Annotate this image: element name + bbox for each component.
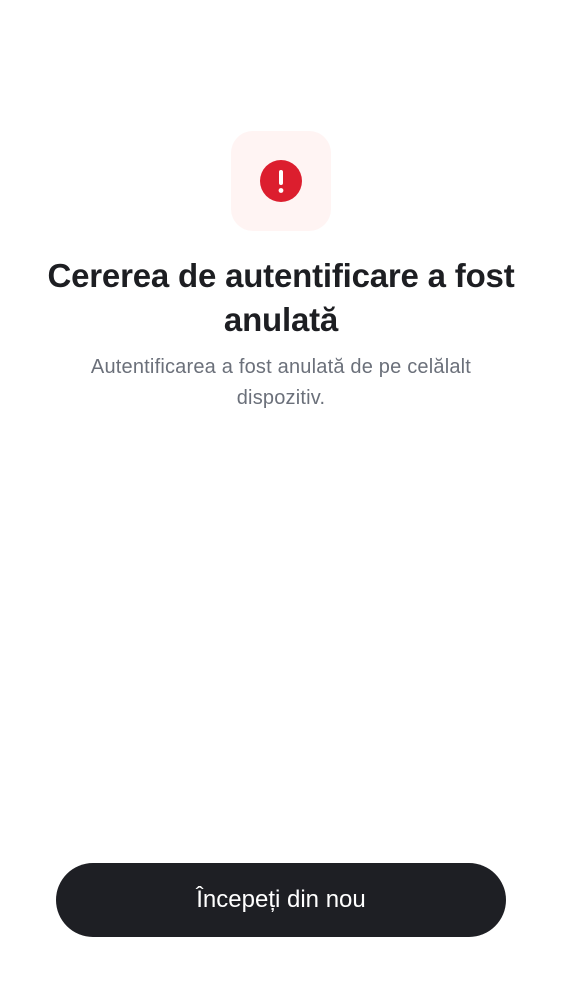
page-title: Cererea de autentificare a fost anulată	[47, 257, 515, 338]
auth-cancelled-screen: Cererea de autentificare a fost anulată …	[0, 0, 562, 1000]
restart-button[interactable]: Începeți din nou	[56, 863, 506, 937]
page-subtitle: Autentificarea a fost anulată de pe celă…	[90, 356, 472, 409]
error-icon-tile	[231, 131, 331, 231]
error-icon	[260, 160, 302, 202]
